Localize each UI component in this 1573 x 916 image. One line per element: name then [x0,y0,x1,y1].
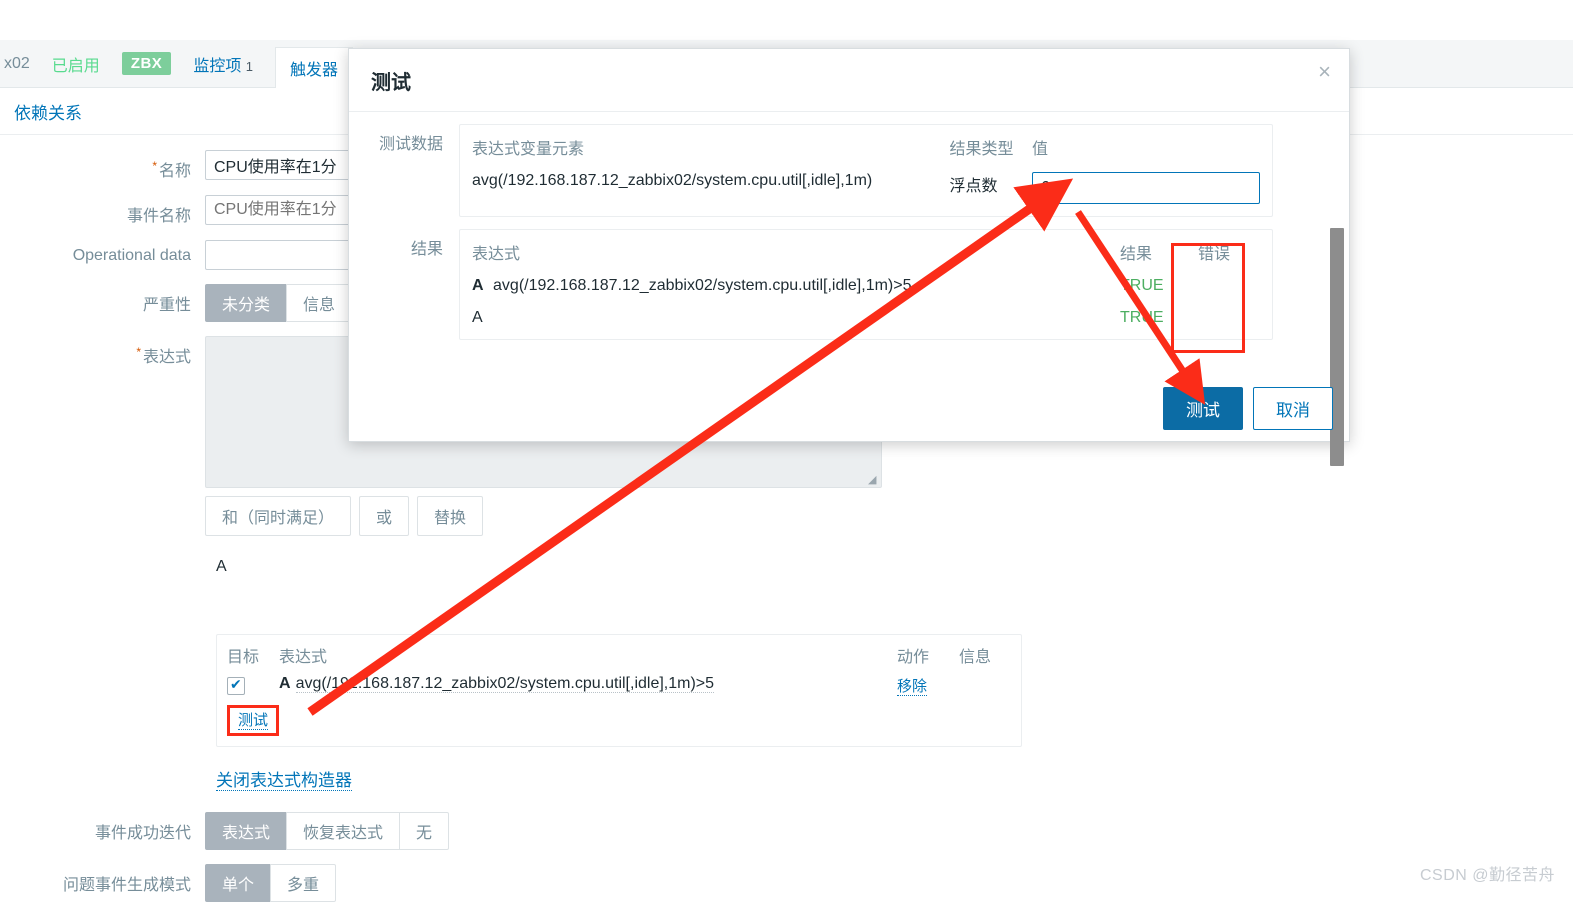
row-checkbox[interactable] [227,676,245,695]
field-expression-label-text: 表达式 [142,349,191,366]
table-row: Aavg(/192.168.187.12_zabbix02/system.cpu… [217,671,1021,701]
result-expression-text-1: avg(/192.168.187.12_zabbix02/system.cpu.… [493,277,912,294]
test-data-row: 测试数据 表达式变量元素 avg(/192.168.187.12_zabbix0… [349,124,1349,217]
dialog-header: 测试 × [349,49,1349,112]
dialog-title: 测试 [371,71,411,94]
test-data-label: 测试数据 [378,136,443,153]
recovery-segmented-control: 表达式 恢复表达式 无 [205,812,450,850]
result-value-2: TRUE [1120,309,1164,326]
result-expression-column: 表达式 A avg(/192.168.187.12_zabbix02/syste… [460,240,1120,327]
test-link-highlight: 测试 [227,705,280,736]
close-expression-builder-link[interactable]: 关闭表达式构造器 [216,771,352,791]
expression-conditions-table: 目标 表达式 动作 信息 Aavg(/192.168.187.12_zabbix… [216,634,1022,747]
column-header-result-type: 结果类型 [949,141,1014,158]
close-icon[interactable]: × [1318,61,1331,83]
expr-and-button[interactable]: 和（同时满足） [205,496,352,536]
field-recovery-row: 事件成功迭代 表达式 恢复表达式 无 [0,812,1000,850]
expr-or-button[interactable]: 或 [359,496,410,536]
row-action-cell: 移除 [897,675,959,696]
result-value-column: 结果 TRUE TRUE [1120,240,1198,327]
result-expression-letter-1: A [472,277,484,294]
severity-segmented-control: 未分类 信息 [205,284,353,322]
recovery-option-recovery-expression[interactable]: 恢复表达式 [286,812,401,850]
result-value-1: TRUE [1120,277,1164,294]
triggers-tab[interactable]: 触发器 [275,47,354,89]
field-name-label: * 名称 [0,150,205,181]
expression-helper-buttons: 和（同时满足） 或 替换 [205,496,882,536]
result-expression-text-2: A [472,309,483,326]
row-expression-letter: A [279,675,291,692]
problem-mode-option-single[interactable]: 单个 [205,864,272,902]
dialog-test-button[interactable]: 测试 [1163,387,1243,430]
test-data-panel: 表达式变量元素 avg(/192.168.187.12_zabbix02/sys… [459,124,1273,217]
column-header-action: 动作 [897,649,930,666]
host-status-enabled[interactable]: 已启用 [52,52,100,76]
column-header-expression: 表达式 [279,649,328,666]
problem-mode-segmented-control: 单个 多重 [205,864,337,902]
dialog-footer: 测试 取消 [1163,387,1333,430]
result-expression-line-2: A [472,309,1120,327]
trigger-form-bottom: 事件成功迭代 表达式 恢复表达式 无 问题事件生成模式 单个 多重 [0,812,1000,916]
result-panel: 表达式 A avg(/192.168.187.12_zabbix02/syste… [459,229,1273,340]
expression-letter-a: A [216,558,227,575]
column-header-result: 结果 [1120,246,1153,263]
result-expression-line-1: A avg(/192.168.187.12_zabbix02/system.cp… [472,277,1120,295]
result-label: 结果 [410,241,443,258]
column-header-target: 目标 [227,649,260,666]
close-expression-builder-row: 关闭表达式构造器 [216,766,352,791]
column-header-expression-variable: 表达式变量元素 [472,141,585,158]
table-test-link-row: 测试 [217,701,1021,746]
items-link[interactable]: 监控项 1 [193,52,253,76]
row-expression-cell: Aavg(/192.168.187.12_zabbix02/system.cpu… [279,675,897,693]
column-header-value: 值 [1032,141,1049,158]
field-problem-mode-row: 问题事件生成模式 单个 多重 [0,864,1000,902]
recovery-option-expression[interactable]: 表达式 [205,812,288,850]
field-name-label-text: 名称 [158,163,191,180]
host-name-fragment: x02 [4,54,30,72]
dialog-cancel-button[interactable]: 取消 [1253,387,1333,430]
column-header-result-expression: 表达式 [472,246,521,263]
row-target-cell [227,675,279,699]
column-header-error: 错误 [1198,246,1231,263]
result-error-column: 错误 [1198,240,1268,327]
tab-dependencies[interactable]: 依赖关系 [14,99,82,124]
test-link[interactable]: 测试 [238,712,269,730]
zbx-availability-badge[interactable]: ZBX [121,52,172,75]
test-data-value-column: 值 [1032,135,1272,204]
resize-handle-icon[interactable]: ◢ [868,475,878,486]
items-link-label: 监控项 [193,57,242,75]
field-event-name-label: 事件名称 [126,208,191,225]
watermark: CSDN @勤径苦舟 [1419,867,1555,884]
column-header-info: 信息 [959,649,992,666]
test-value-input[interactable] [1032,172,1260,204]
expr-replace-button[interactable]: 替换 [417,496,484,536]
field-operational-data-label: Operational data [72,247,191,264]
field-recovery-label: 事件成功迭代 [94,825,191,842]
result-row: 结果 表达式 A avg(/192.168.187.12_zabbix02/sy… [349,229,1349,340]
test-data-expression-column: 表达式变量元素 avg(/192.168.187.12_zabbix02/sys… [460,135,949,204]
field-expression-label: * 表达式 [0,336,205,367]
test-dialog: 测试 × 测试数据 表达式变量元素 avg(/192.168.187.12_za… [348,48,1350,466]
field-problem-mode-label: 问题事件生成模式 [62,877,191,894]
recovery-option-none[interactable]: 无 [399,812,450,850]
items-count: 1 [245,58,254,74]
problem-mode-option-multiple[interactable]: 多重 [270,864,337,902]
severity-option-not-classified[interactable]: 未分类 [205,284,288,322]
test-data-result-type-value: 浮点数 [949,178,998,195]
required-asterisk-expression: * [136,344,141,359]
field-severity-label: 严重性 [142,297,191,314]
test-data-expression-value: avg(/192.168.187.12_zabbix02/system.cpu.… [472,172,873,189]
dialog-scrollbar[interactable] [1330,228,1344,466]
severity-option-information[interactable]: 信息 [286,284,353,322]
remove-link[interactable]: 移除 [897,678,928,696]
test-data-result-type-column: 结果类型 浮点数 [949,135,1032,204]
dialog-body: 测试数据 表达式变量元素 avg(/192.168.187.12_zabbix0… [349,112,1349,466]
row-expression-text[interactable]: avg(/192.168.187.12_zabbix02/system.cpu.… [295,675,715,693]
expression-table-header: 目标 表达式 动作 信息 [217,635,1021,671]
required-asterisk: * [152,158,157,173]
